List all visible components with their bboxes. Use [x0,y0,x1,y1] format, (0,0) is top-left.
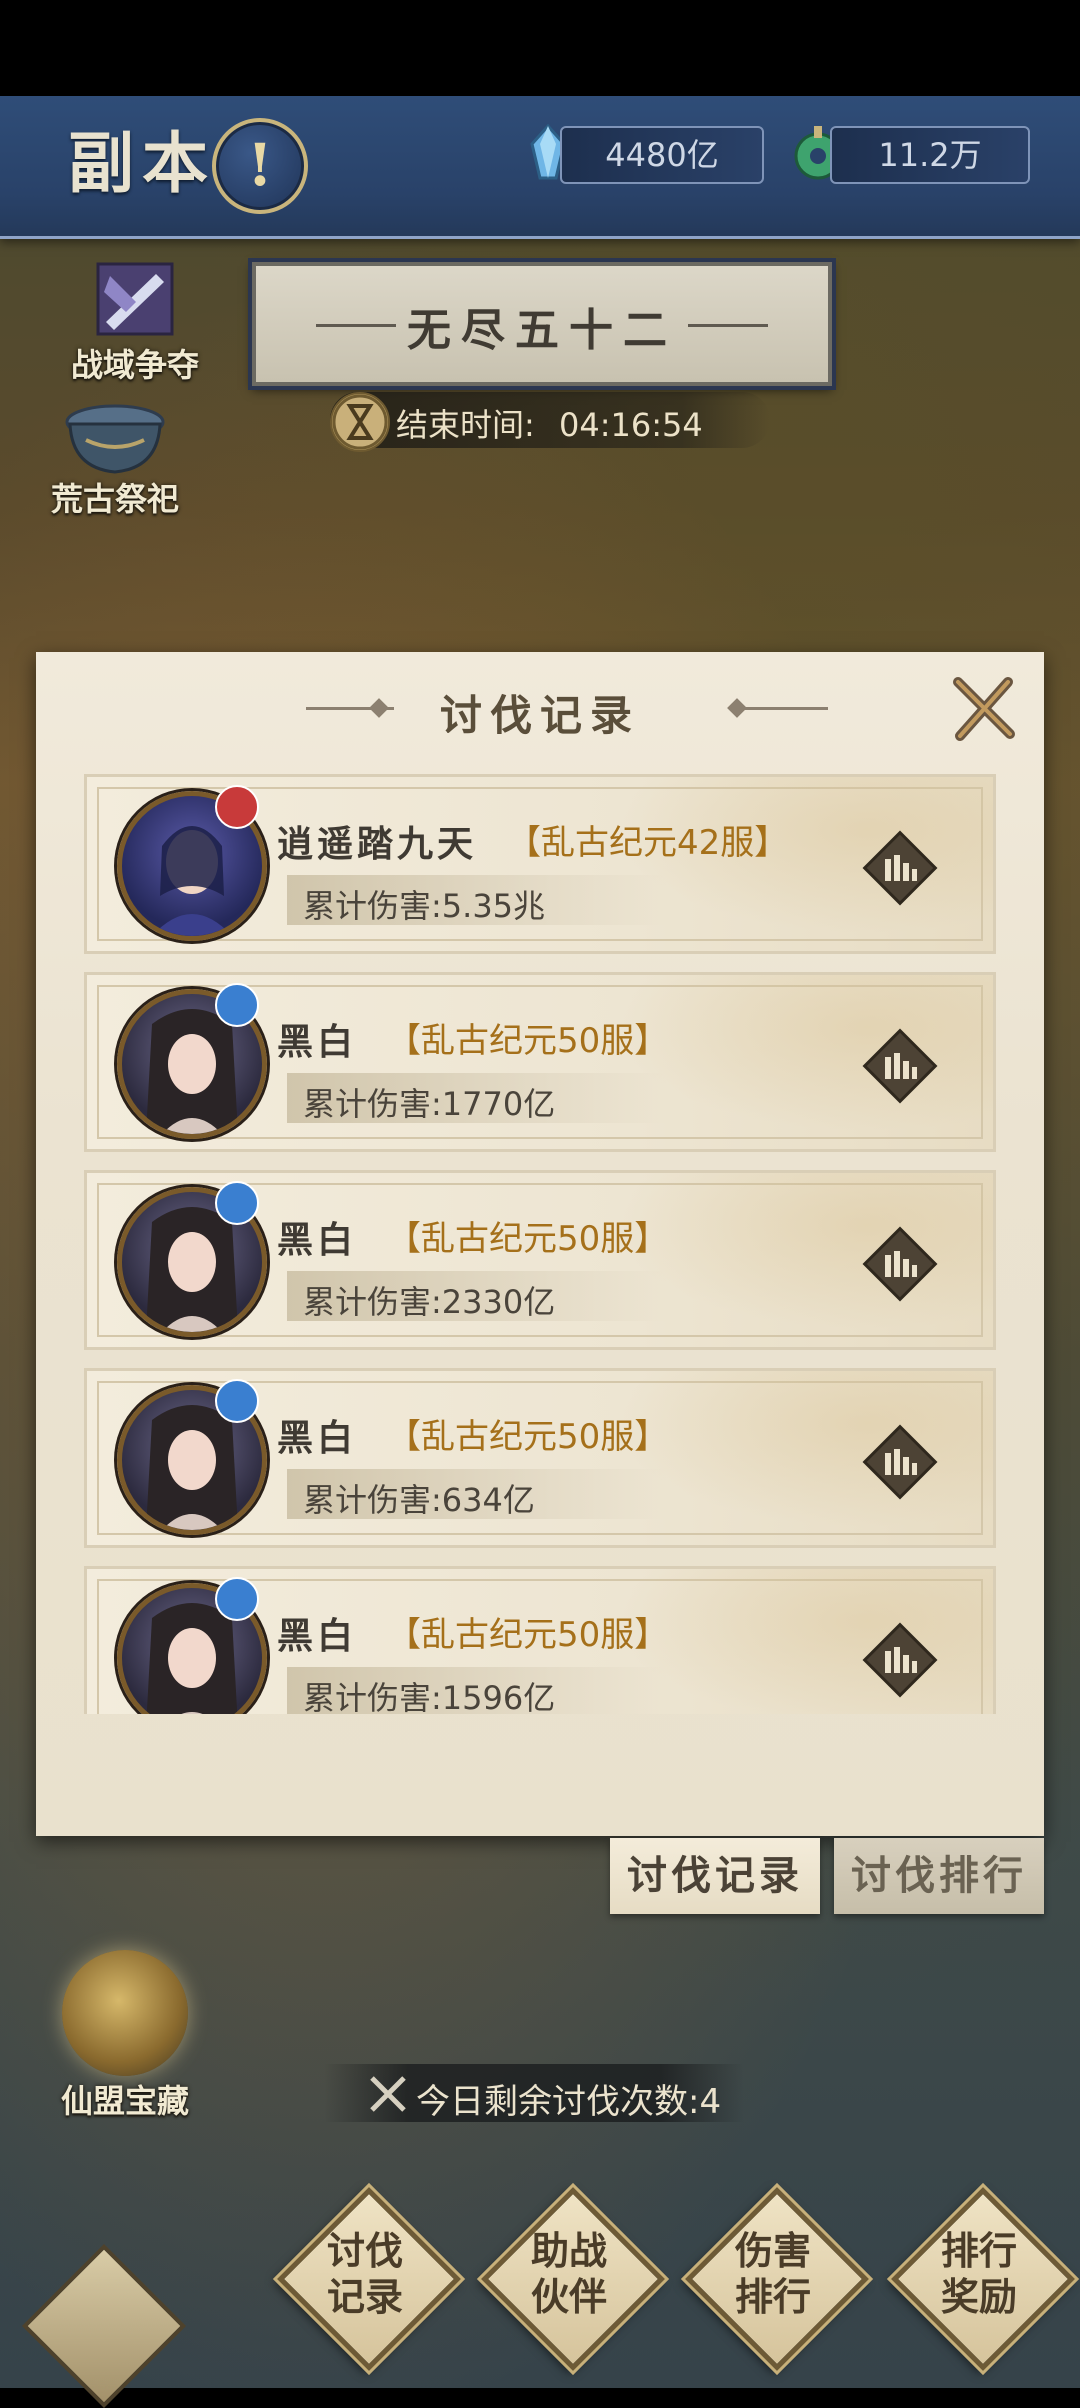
attack-record-button[interactable]: 讨伐 记录 [277,2187,461,2371]
immortal-badge-icon [215,1577,259,1621]
damage-bar: 累计伤害:634亿 [287,1469,667,1519]
timer-value: 04:16:54 [558,406,703,444]
chart-icon[interactable] [861,1225,939,1303]
crystal-amount: 4480亿 [560,126,764,184]
record-row[interactable]: 黑白 【乱古纪元50服】 累计伤害:1770亿 [84,972,996,1152]
alliance-treasure-button[interactable]: 仙盟宝藏 [40,1950,210,2122]
remaining-text: 今日剩余讨伐次数:4 [416,2082,722,2122]
timer-text: 结束时间: 04:16:54 [396,400,703,446]
button-line2: 记录 [326,2274,403,2319]
record-list[interactable]: 逍遥踏九天 【乱古纪元42服】 累计伤害:5.35兆 黑白 【乱古纪元50服】 … [84,774,996,1714]
damage-value: 累计伤害:5.35兆 [303,887,546,925]
damage-bar: 累计伤害:5.35兆 [287,875,667,925]
damage-ranking-button[interactable]: 伤害 排行 [685,2187,869,2371]
hourglass-icon [330,392,390,452]
treasure-chest-icon [62,1950,188,2076]
chart-icon[interactable] [861,1423,939,1501]
immortal-badge-icon [215,983,259,1027]
battle-domain-label: 战域争夺 [70,346,199,384]
damage-bar: 累计伤害:1596亿 [287,1667,667,1714]
chart-icon[interactable] [861,1027,939,1105]
record-row[interactable]: 黑白 【乱古纪元50服】 累计伤害:2330亿 [84,1170,996,1350]
tab-ranking[interactable]: 讨伐排行 [834,1838,1044,1914]
immortal-badge-icon [215,1181,259,1225]
immortal-badge-icon [215,1379,259,1423]
player-server: 【乱古纪元50服】 [387,1615,669,1655]
damage-value: 累计伤害:2330亿 [303,1283,556,1321]
damage-value: 累计伤害:1596亿 [303,1679,556,1714]
end-timer: 结束时间: 04:16:54 [330,392,770,452]
damage-value: 累计伤害:634亿 [303,1481,535,1519]
player-server: 【乱古纪元50服】 [387,1219,669,1259]
remaining-attempts: 今日剩余讨伐次数:4 [324,2064,744,2122]
button-line1: 助战 [530,2228,607,2273]
button-line2: 排行 [734,2274,811,2319]
record-row[interactable]: 逍遥踏九天 【乱古纪元42服】 累计伤害:5.35兆 [84,774,996,954]
support-partner-button[interactable]: 助战 伙伴 [481,2187,665,2371]
info-button[interactable]: ! [212,118,308,214]
player-server: 【乱古纪元50服】 [387,1021,669,1061]
chart-icon[interactable] [861,829,939,907]
ranking-reward-button[interactable]: 排行 奖励 [891,2187,1075,2371]
button-line2: 伙伴 [530,2274,607,2319]
cauldron-icon [65,404,165,474]
button-line1: 伤害 [734,2228,811,2273]
record-panel: 讨伐记录 逍遥踏九天 【乱古纪元42服】 累计伤害:5.35兆 黑白 【乱古纪元… [36,652,1044,1836]
player-server: 【乱古纪元42服】 [507,823,789,863]
button-line2: 奖励 [940,2274,1017,2319]
alliance-treasure-label: 仙盟宝藏 [60,2082,189,2120]
player-name: 黑白 [277,1417,358,1459]
stage-banner: 无尽五十二 [252,262,832,386]
ancient-ritual-label: 荒古祭祀 [50,480,179,518]
jade-amount: 11.2万 [830,126,1030,184]
record-row[interactable]: 黑白 【乱古纪元50服】 累计伤害:1596亿 [84,1566,996,1714]
player-name: 逍遥踏九天 [277,823,478,865]
button-line1: 讨伐 [326,2228,403,2273]
ancient-ritual-button[interactable]: 荒古祭祀 [40,392,190,520]
timer-label: 结束时间: [396,406,535,444]
title-divider-right [740,707,828,710]
banner-divider-right [688,324,768,327]
chart-icon[interactable] [861,1621,939,1699]
top-bar: 副本 ! 4480亿 11.2万 [0,96,1080,239]
battle-domain-icon [96,262,174,336]
player-server: 【乱古纪元50服】 [387,1417,669,1457]
damage-bar: 累计伤害:2330亿 [287,1271,667,1321]
damage-value: 累计伤害:1770亿 [303,1085,556,1123]
panel-title: 讨伐记录 [439,691,640,740]
close-icon[interactable] [948,674,1018,744]
battle-domain-button[interactable]: 战域争夺 [50,262,220,386]
status-bar [0,0,1080,96]
button-line1: 排行 [940,2228,1017,2273]
tab-records[interactable]: 讨伐记录 [610,1838,820,1914]
damage-bar: 累计伤害:1770亿 [287,1073,667,1123]
player-name: 黑白 [277,1615,358,1657]
crossed-swords-icon [370,2076,406,2112]
page-title: 副本 [68,124,216,202]
player-name: 黑白 [277,1219,358,1261]
player-name: 黑白 [277,1021,358,1063]
record-row[interactable]: 黑白 【乱古纪元50服】 累计伤害:634亿 [84,1368,996,1548]
demon-badge-icon [215,785,259,829]
